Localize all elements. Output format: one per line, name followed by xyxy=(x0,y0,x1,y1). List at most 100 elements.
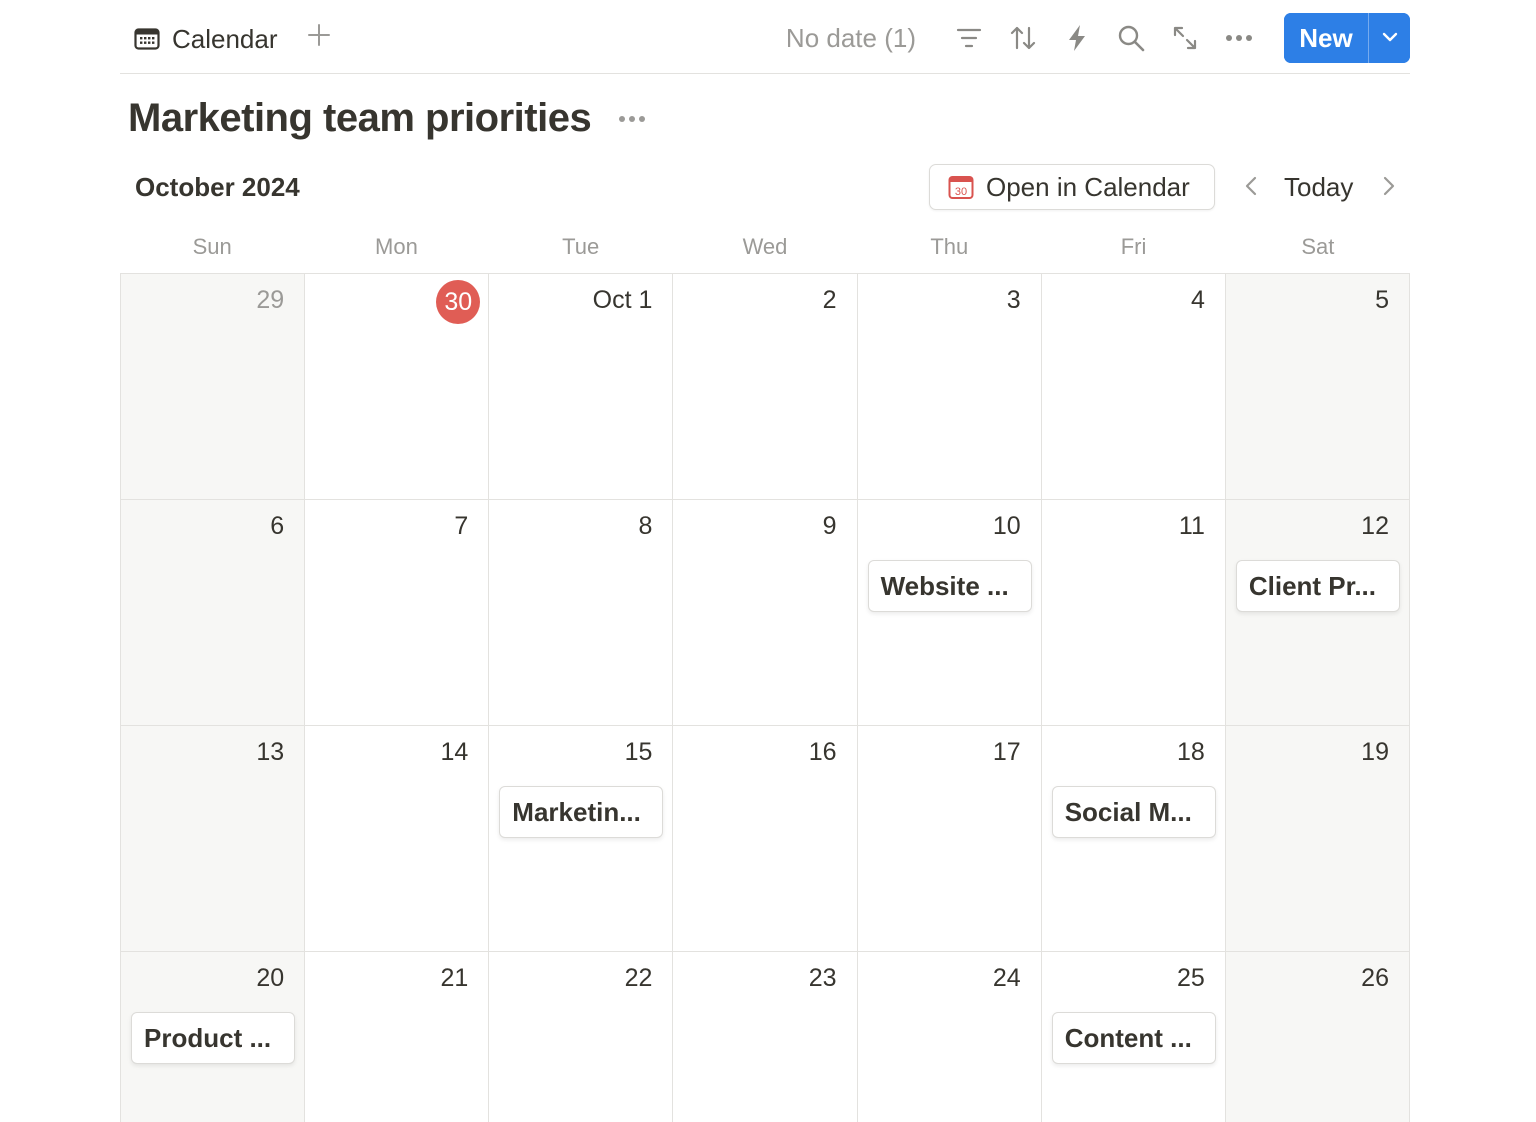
today-day-number: 30 xyxy=(436,280,481,324)
database-toolbar: Calendar No date (1) New xyxy=(120,0,1410,74)
day-number: 16 xyxy=(808,738,837,766)
no-date-button[interactable]: No date (1) xyxy=(786,23,916,54)
calendar-day-cell[interactable]: 14 xyxy=(305,726,490,952)
today-button[interactable]: Today xyxy=(1284,172,1353,203)
event-card[interactable]: Website ... xyxy=(867,560,1032,612)
weekday-label: Fri xyxy=(1120,234,1147,259)
calendar-day-cell[interactable]: 26 xyxy=(1225,952,1410,1122)
day-number: 12 xyxy=(1361,512,1389,540)
event-card[interactable]: Content ... xyxy=(1051,1012,1216,1064)
calendar-day-cell[interactable]: 5 xyxy=(1225,274,1410,500)
new-button-group: New xyxy=(1284,13,1410,63)
month-label: October 2024 xyxy=(135,172,300,202)
calendar-day-cell[interactable]: 18 Social M... xyxy=(1041,726,1226,952)
day-number: 21 xyxy=(440,964,469,992)
day-number: 2 xyxy=(822,286,837,314)
calendar-app-icon: 30 xyxy=(948,174,974,200)
day-number: 5 xyxy=(1375,286,1389,314)
day-number: 6 xyxy=(270,512,285,540)
day-number: 29 xyxy=(256,286,285,314)
weekday-label: Sat xyxy=(1301,234,1335,259)
day-number: 22 xyxy=(624,964,653,992)
open-in-calendar-button[interactable]: 30 Open in Calendar xyxy=(929,164,1215,210)
calendar-day-cell[interactable]: 9 xyxy=(673,500,858,726)
day-number: 17 xyxy=(992,738,1021,766)
calendar-day-cell[interactable]: 4 xyxy=(1041,274,1226,500)
event-card[interactable]: Social M... xyxy=(1051,786,1216,838)
day-number: 7 xyxy=(454,512,469,540)
weekday-label: Wed xyxy=(742,234,788,259)
event-card[interactable]: Marketin... xyxy=(499,786,664,838)
day-number: 19 xyxy=(1361,738,1389,766)
calendar-day-cell[interactable]: 23 xyxy=(673,952,858,1122)
view-tab-calendar[interactable]: Calendar xyxy=(134,22,278,56)
calendar-day-cell[interactable]: 6 xyxy=(121,500,306,726)
day-number: 4 xyxy=(1190,286,1205,314)
next-month-button[interactable] xyxy=(1374,170,1404,206)
calendar-day-cell[interactable]: 12 Client Pr... xyxy=(1225,500,1410,726)
day-number: 20 xyxy=(256,964,285,992)
calendar-day-cell[interactable]: 3 xyxy=(857,274,1042,500)
day-number: 10 xyxy=(992,512,1021,540)
day-number: 11 xyxy=(1178,512,1205,540)
event-card[interactable]: Client Pr... xyxy=(1235,560,1400,612)
new-dropdown-button[interactable] xyxy=(1368,13,1410,63)
weekday-label: Mon xyxy=(375,234,418,259)
page-title[interactable]: Marketing team priorities xyxy=(128,96,592,141)
toolbar-actions: No date (1) New xyxy=(786,13,1410,63)
day-number: Oct 1 xyxy=(592,286,653,314)
day-number: 23 xyxy=(808,964,837,992)
plus-icon xyxy=(307,23,331,52)
more-icon xyxy=(618,110,646,128)
calendar-day-cell[interactable]: 2 xyxy=(673,274,858,500)
previous-month-button[interactable] xyxy=(1236,170,1266,206)
weekday-label: Thu xyxy=(930,234,969,259)
calendar-day-cell[interactable]: 21 xyxy=(305,952,490,1122)
search-icon[interactable] xyxy=(1114,21,1148,55)
calendar-day-cell[interactable]: 19 xyxy=(1225,726,1410,952)
title-more-button[interactable] xyxy=(616,106,648,132)
chevron-down-icon xyxy=(1382,29,1398,47)
calendar-icon xyxy=(134,27,160,51)
day-number: 8 xyxy=(638,512,653,540)
day-number: 24 xyxy=(992,964,1021,992)
chevron-left-icon xyxy=(1245,176,1257,201)
calendar-day-cell[interactable]: 24 xyxy=(857,952,1042,1122)
day-number: 13 xyxy=(256,738,285,766)
add-view-button[interactable] xyxy=(304,20,334,54)
day-number: 26 xyxy=(1361,964,1389,992)
more-icon[interactable] xyxy=(1222,21,1256,55)
calendar-day-cell[interactable]: 10 Website ... xyxy=(857,500,1042,726)
weekday-header: Sun Mon Tue Wed Thu Fri Sat xyxy=(120,230,1410,264)
calendar-day-cell[interactable]: 30 xyxy=(305,274,490,500)
day-number: 25 xyxy=(1177,964,1205,992)
calendar-day-cell[interactable]: 15 Marketin... xyxy=(489,726,674,952)
open-in-calendar-label: Open in Calendar xyxy=(986,171,1190,202)
calendar-day-cell[interactable]: 13 xyxy=(121,726,306,952)
calendar-app-icon-text: 30 xyxy=(955,186,967,198)
calendar-day-cell[interactable]: 16 xyxy=(673,726,858,952)
day-number: 9 xyxy=(822,512,837,540)
calendar-day-cell[interactable]: 22 xyxy=(489,952,674,1122)
expand-icon[interactable] xyxy=(1168,21,1202,55)
weekday-label: Sun xyxy=(192,234,232,259)
automation-bolt-icon[interactable] xyxy=(1060,21,1094,55)
calendar-day-cell[interactable]: 8 xyxy=(489,500,674,726)
calendar-day-cell[interactable]: Oct 1 xyxy=(489,274,674,500)
chevron-right-icon xyxy=(1383,176,1395,201)
calendar-day-cell[interactable]: 7 xyxy=(305,500,490,726)
event-card[interactable]: Product ... xyxy=(131,1012,296,1064)
day-number: 3 xyxy=(1006,286,1021,314)
calendar-day-cell[interactable]: 17 xyxy=(857,726,1042,952)
calendar-grid: 29 30 Oct 1 2 3 4 5 6 7 8 9 10 Website ... 11 12 Client… xyxy=(120,273,1410,1122)
calendar-day-cell[interactable]: 25 Content ... xyxy=(1041,952,1226,1122)
calendar-day-cell[interactable]: 20 Product ... xyxy=(121,952,306,1122)
day-number: 15 xyxy=(624,738,653,766)
day-number: 18 xyxy=(1177,738,1205,766)
calendar-day-cell[interactable]: 11 xyxy=(1041,500,1226,726)
sort-icon[interactable] xyxy=(1006,21,1040,55)
calendar-day-cell[interactable]: 29 xyxy=(121,274,306,500)
view-tab-label: Calendar xyxy=(172,23,278,54)
new-button[interactable]: New xyxy=(1284,13,1368,63)
filter-icon[interactable] xyxy=(952,21,986,55)
